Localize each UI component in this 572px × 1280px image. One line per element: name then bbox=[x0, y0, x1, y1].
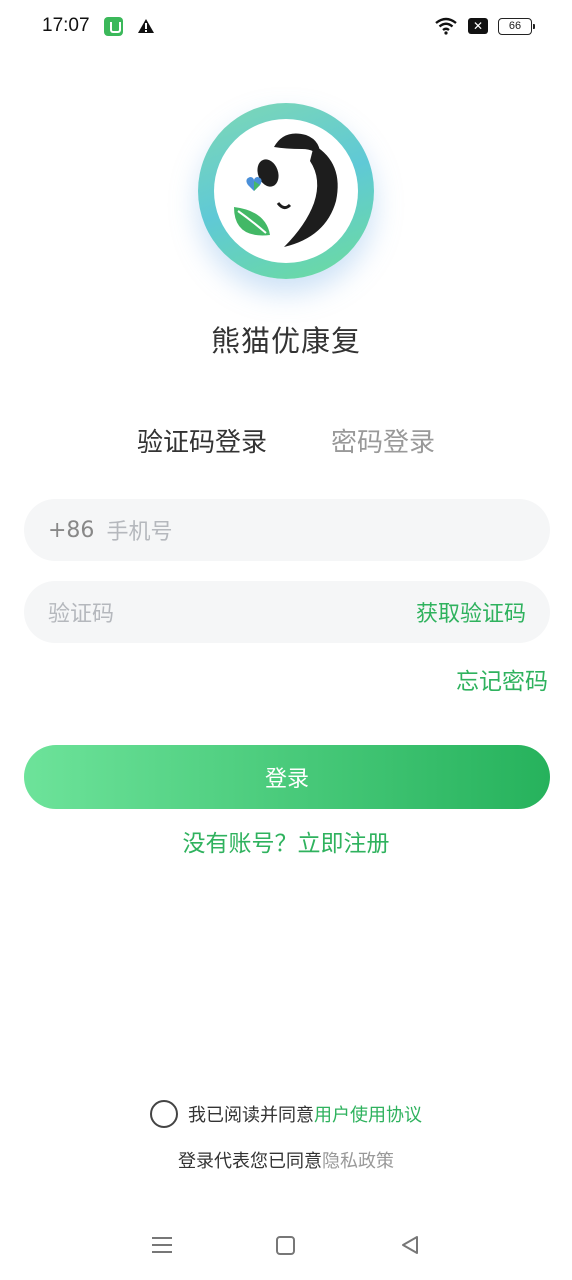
status-bar-right: ✕ 66 bbox=[434, 17, 535, 35]
privacy-policy-link[interactable]: 隐私政策 bbox=[322, 1151, 394, 1172]
battery-icon: 66 bbox=[498, 17, 535, 35]
code-placeholder: 验证码 bbox=[48, 602, 115, 627]
login-tabs: 验证码登录 密码登录 bbox=[0, 422, 572, 459]
tab-sms-login[interactable]: 验证码登录 bbox=[137, 422, 267, 459]
user-agreement-link[interactable]: 用户使用协议 bbox=[314, 1105, 422, 1126]
tab-password-login[interactable]: 密码登录 bbox=[331, 422, 435, 459]
app-logo bbox=[198, 103, 374, 279]
agreement-text: 我已阅读并同意用户使用协议 bbox=[188, 1101, 422, 1127]
agreement-prefix: 我已阅读并同意 bbox=[188, 1105, 314, 1126]
verification-code-input[interactable]: 验证码 获取验证码 bbox=[24, 581, 550, 643]
status-bar-left: 17:07 bbox=[42, 15, 155, 37]
app-name: 熊猫优康复 bbox=[210, 324, 361, 358]
home-icon[interactable] bbox=[276, 1235, 296, 1255]
status-time: 17:07 bbox=[42, 15, 90, 36]
panda-logo-icon bbox=[214, 119, 358, 263]
phone-placeholder: 手机号 bbox=[106, 520, 173, 545]
wifi-icon bbox=[435, 17, 457, 35]
no-sim-icon: ✕ bbox=[468, 18, 488, 34]
phone-input[interactable]: +86 手机号 bbox=[24, 499, 550, 561]
menu-icon[interactable] bbox=[152, 1237, 173, 1253]
app-notification-icon bbox=[103, 16, 123, 36]
status-bar: 17:07 ✕ 66 bbox=[0, 0, 572, 52]
privacy-prefix: 登录代表您已同意 bbox=[178, 1151, 322, 1172]
forgot-password-link[interactable]: 忘记密码 bbox=[456, 662, 548, 696]
agreement-row: 我已阅读并同意用户使用协议 bbox=[0, 1100, 572, 1128]
agreement-checkbox[interactable] bbox=[150, 1100, 178, 1128]
country-code: +86 bbox=[48, 517, 95, 543]
get-code-button[interactable]: 获取验证码 bbox=[416, 596, 526, 628]
system-nav-bar bbox=[0, 1222, 572, 1268]
privacy-row: 登录代表您已同意隐私政策 bbox=[0, 1147, 572, 1173]
login-button[interactable]: 登录 bbox=[24, 745, 550, 809]
warning-icon bbox=[137, 19, 154, 33]
back-icon[interactable] bbox=[400, 1235, 420, 1255]
register-link[interactable]: 没有账号？立即注册 bbox=[0, 824, 572, 858]
